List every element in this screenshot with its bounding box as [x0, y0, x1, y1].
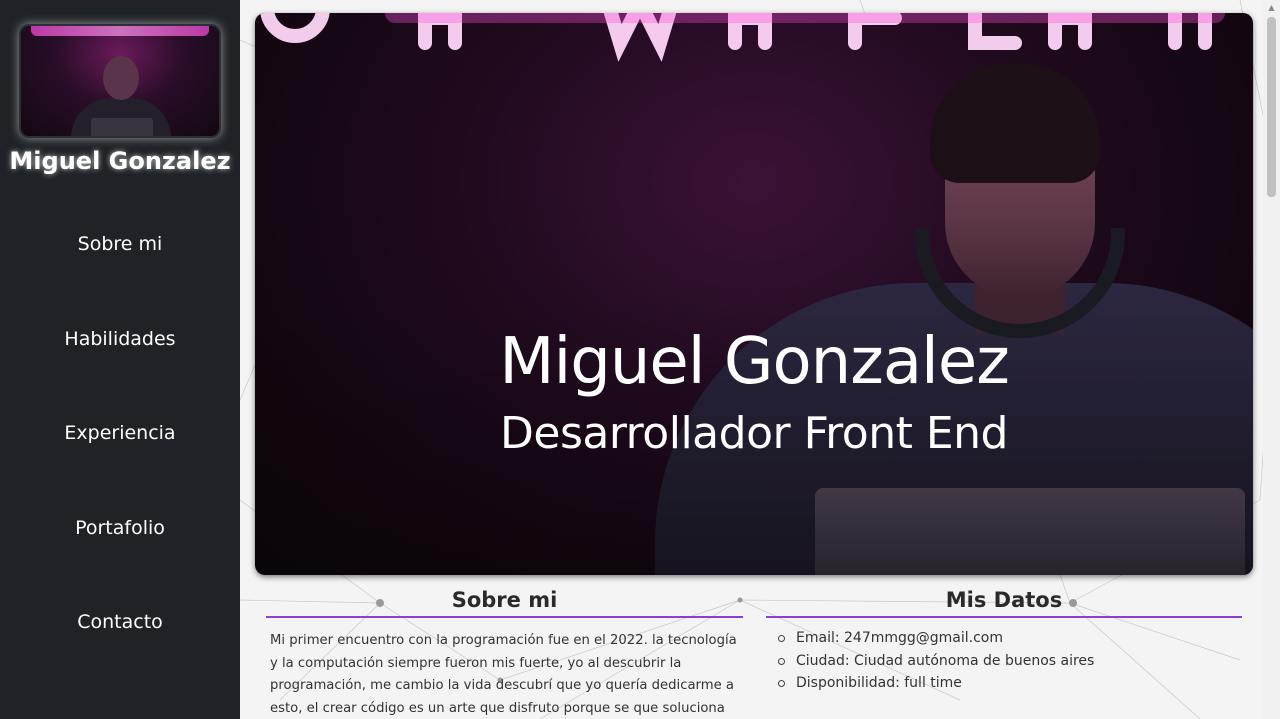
datos-email: Email: 247mmgg@gmail.com [778, 627, 1242, 650]
sidebar-nav: Sobre mi Habilidades Experiencia Portafo… [0, 197, 240, 670]
page-scrollbar[interactable]: ▲ [1263, 0, 1280, 719]
datos-ciudad: Ciudad: Ciudad autónoma de buenos aires [778, 650, 1242, 673]
nav-item-habilidades[interactable]: Habilidades [0, 292, 240, 387]
nav-item-sobre-mi[interactable]: Sobre mi [0, 197, 240, 292]
sidebar: Miguel Gonzalez Sobre mi Habilidades Exp… [0, 0, 240, 719]
about-section: Sobre mi Mi primer encuentro con la prog… [266, 585, 743, 719]
avatar [19, 24, 221, 138]
scroll-thumb[interactable] [1267, 17, 1276, 197]
datos-list: Email: 247mmgg@gmail.com Ciudad: Ciudad … [766, 627, 1242, 695]
about-text: Mi primer encuentro con la programación … [270, 633, 737, 716]
hero-subtitle: Desarrollador Front End [500, 408, 1008, 459]
nav-item-portafolio[interactable]: Portafolio [0, 481, 240, 576]
hero-banner: Miguel Gonzalez Desarrollador Front End [255, 13, 1253, 575]
about-heading: Sobre mi [266, 585, 743, 618]
scroll-up-arrow-icon[interactable]: ▲ [1263, 0, 1280, 15]
sidebar-name: Miguel Gonzalez [9, 147, 231, 175]
datos-section: Mis Datos Email: 247mmgg@gmail.com Ciuda… [766, 585, 1242, 695]
hero-title: Miguel Gonzalez [499, 325, 1010, 399]
datos-disponibilidad: Disponibilidad: full time [778, 672, 1242, 695]
nav-item-experiencia[interactable]: Experiencia [0, 386, 240, 481]
nav-item-contacto[interactable]: Contacto [0, 575, 240, 670]
datos-heading: Mis Datos [766, 585, 1242, 618]
